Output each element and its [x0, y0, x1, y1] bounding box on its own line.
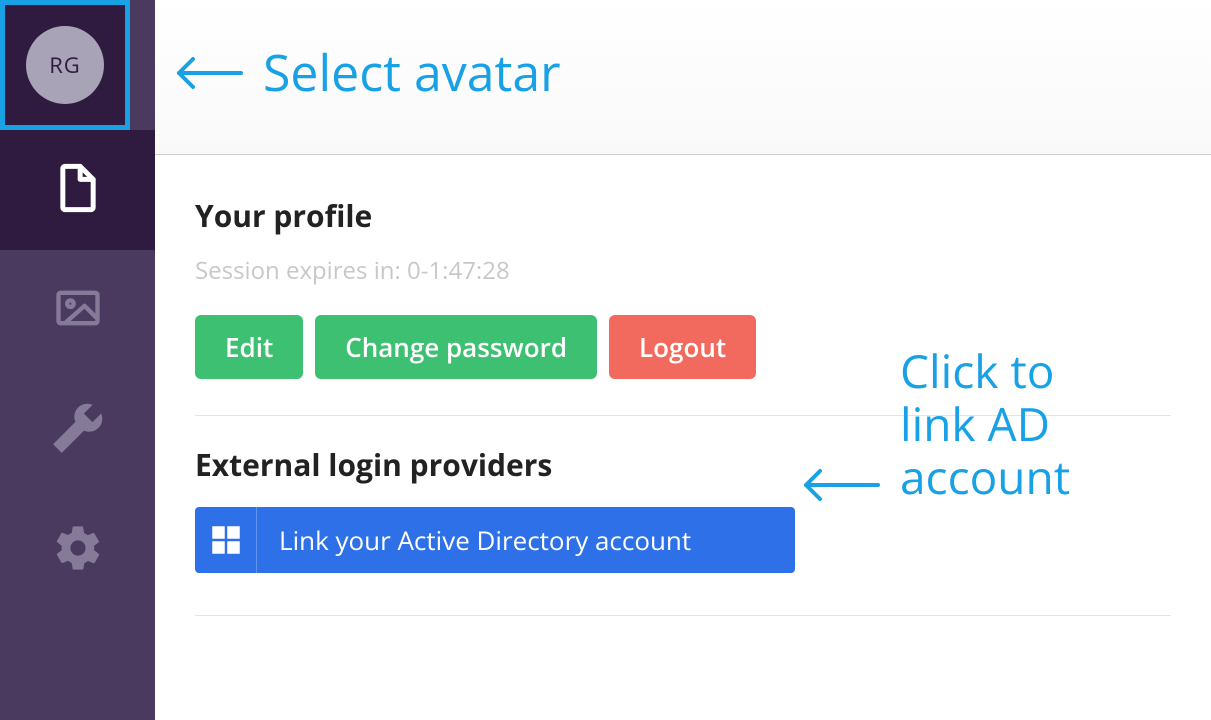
divider: [195, 415, 1171, 416]
profile-buttons: Edit Change password Logout: [195, 315, 1171, 379]
edit-button[interactable]: Edit: [195, 315, 303, 379]
change-password-button[interactable]: Change password: [315, 315, 597, 379]
link-ad-label: Link your Active Directory account: [257, 507, 795, 573]
link-active-directory-button[interactable]: Link your Active Directory account: [195, 507, 795, 573]
avatar-initials: RG: [49, 50, 81, 80]
content: Your profile Session expires in: 0-1:47:…: [155, 155, 1211, 644]
nav-item-image[interactable]: [0, 250, 155, 370]
session-expiry-text: Session expires in: 0-1:47:28: [195, 254, 1171, 287]
windows-icon: [195, 507, 257, 573]
profile-heading: Your profile: [195, 195, 1171, 236]
main-panel: Your profile Session expires in: 0-1:47:…: [155, 0, 1211, 720]
topbar: [155, 0, 1211, 155]
gear-icon: [52, 522, 104, 579]
logout-button[interactable]: Logout: [609, 315, 756, 379]
nav-item-tools[interactable]: [0, 370, 155, 490]
avatar: RG: [26, 26, 104, 104]
file-icon: [52, 162, 104, 219]
nav-item-settings[interactable]: [0, 490, 155, 610]
wrench-icon: [52, 402, 104, 459]
external-heading: External login providers: [195, 444, 1171, 485]
image-icon: [52, 282, 104, 339]
avatar-tile[interactable]: RG: [0, 0, 130, 130]
sidebar: RG: [0, 0, 155, 720]
nav-item-file[interactable]: [0, 130, 155, 250]
divider: [195, 615, 1171, 616]
